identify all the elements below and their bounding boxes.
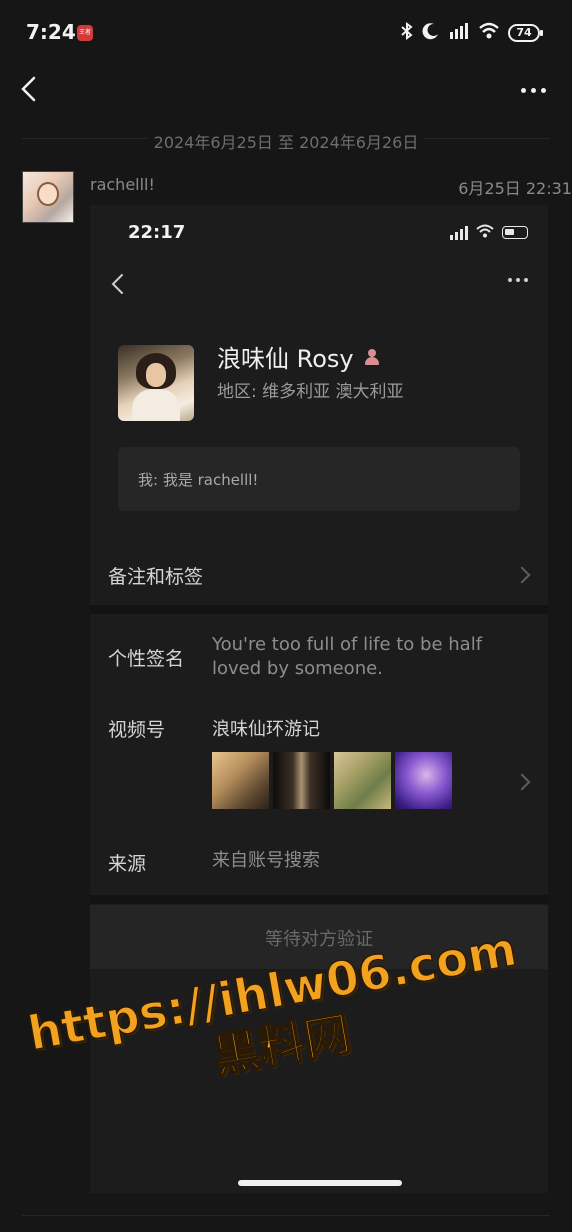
- moon-icon: [422, 22, 440, 44]
- inner-battery-icon: [502, 226, 528, 239]
- profile-photo: [118, 345, 194, 421]
- battery-icon: 74: [508, 24, 543, 42]
- more-dot-icon: [520, 87, 526, 93]
- source-value: 来自账号搜索: [212, 850, 320, 871]
- channel-thumbnails: [212, 752, 452, 809]
- screenshot-image[interactable]: 22:17 浪味仙 Rosy 地区: 维多利亚 澳大利亚 我: 我是 rache…: [90, 205, 548, 1193]
- bluetooth-icon: [400, 22, 414, 44]
- status-bar: 7:24 王者 74: [0, 0, 572, 66]
- greeting-text: 我: 我是 rachelll!: [138, 471, 259, 489]
- sender-name: rachelll!: [90, 175, 155, 194]
- inner-status-icons: [450, 223, 528, 242]
- inner-status-time: 22:17: [128, 222, 186, 243]
- date-range-text: 2024年6月25日 至 2024年6月26日: [147, 133, 425, 152]
- back-button[interactable]: [16, 74, 46, 104]
- channel-label: 视频号: [108, 719, 166, 741]
- divider: [22, 1215, 550, 1216]
- more-options-button[interactable]: [518, 80, 548, 100]
- profile-region: 地区: 维多利亚 澳大利亚: [217, 382, 404, 402]
- section-divider: [90, 895, 548, 904]
- inner-more-icon: [508, 278, 528, 282]
- greeting-box: 我: 我是 rachelll!: [118, 447, 520, 511]
- chevron-right-icon: [513, 566, 531, 584]
- status-icons: 74: [400, 22, 543, 44]
- source-label: 来源: [108, 853, 147, 875]
- date-range: 2024年6月25日 至 2024年6月26日: [0, 129, 572, 153]
- chevron-right-icon: [513, 773, 531, 791]
- female-icon: [364, 348, 380, 365]
- channel-thumbnail: [273, 752, 330, 809]
- section-divider: [90, 605, 548, 614]
- remark-row: 备注和标签: [90, 535, 548, 603]
- channel-thumbnail: [395, 752, 452, 809]
- back-arrow-icon: [21, 76, 36, 102]
- more-dot-icon: [530, 87, 536, 93]
- wait-verification-text: 等待对方验证: [265, 929, 373, 950]
- signature-label: 个性签名: [108, 648, 185, 670]
- channel-name: 浪味仙环游记: [212, 719, 320, 740]
- avatar-face: [37, 182, 59, 206]
- home-indicator: [238, 1180, 402, 1186]
- status-time: 7:24: [26, 20, 76, 44]
- app-notification-icon: 王者: [77, 25, 93, 41]
- wait-verification-button: 等待对方验证: [90, 905, 548, 969]
- remark-label: 备注和标签: [108, 566, 204, 588]
- sender-avatar[interactable]: [22, 171, 74, 223]
- signature-line-2: loved by someone.: [212, 658, 383, 679]
- inner-back-icon: [108, 272, 128, 296]
- signal-icon: [448, 22, 470, 44]
- signature-line-1: You're too full of life to be half: [212, 634, 483, 655]
- wifi-icon: [478, 22, 500, 44]
- inner-signal-icon: [450, 225, 468, 240]
- channel-thumbnail: [334, 752, 391, 809]
- inner-wifi-icon: [476, 223, 494, 242]
- profile-name-text: 浪味仙 Rosy: [217, 345, 354, 373]
- more-dot-icon: [540, 87, 546, 93]
- profile-name: 浪味仙 Rosy: [217, 339, 380, 374]
- channel-thumbnail: [212, 752, 269, 809]
- message-time: 6月25日 22:31: [458, 179, 572, 198]
- signature-value: You're too full of life to be half loved…: [212, 633, 482, 681]
